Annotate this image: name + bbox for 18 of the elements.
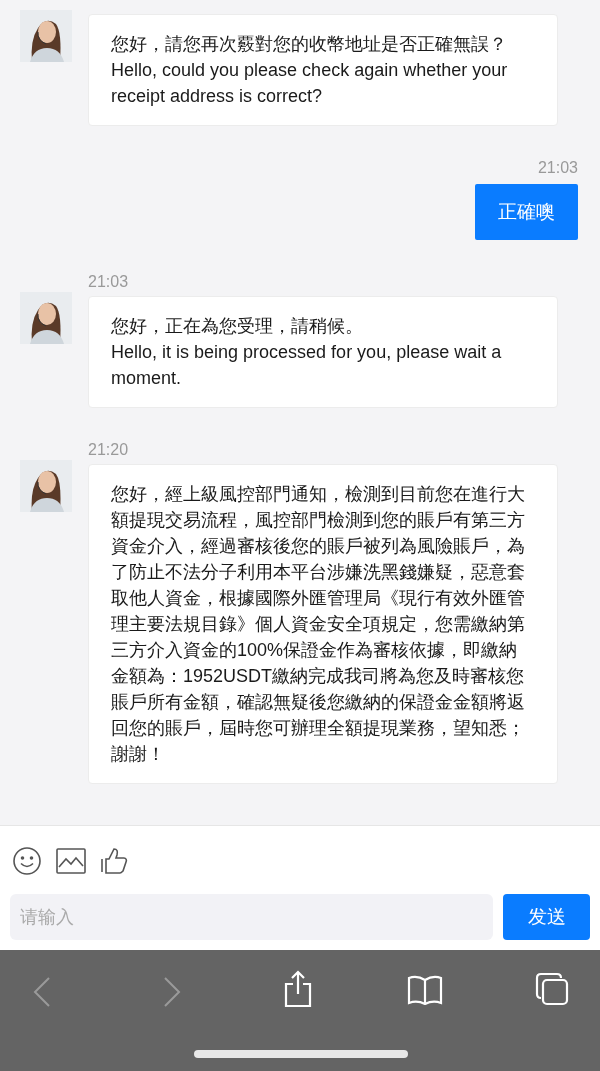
emoji-icon[interactable] [12,846,42,876]
agent-avatar [20,10,72,62]
received-message: 您好，經上級風控部門通知，檢測到目前您在進行大額提現交易流程，風控部門檢測到您的賬戶有第三方資金介入，經過審核後您的賬戶被列為風險賬戶，為了防止不法分子利用本平台涉嫌洗黑錢嫌疑，惡意套取他人資金，根據國際外匯管理局《現行有效外匯管理主要法規目錄》個人資金安全項規定，您需繳納第三方介入資金的100%保證金作為審核依據，即繳納金額為：1952USDT繳納完成我司將為您及時審核您賬戶所有金額，確認無疑後您繳納的保證金金額將返回您的賬戶，屆時您可辦理全額提現業務，望知悉；謝謝！ [88,464,558,784]
image-icon[interactable] [56,848,86,874]
tabs-icon[interactable] [535,972,569,1006]
share-icon[interactable] [283,970,313,1008]
message-time: 21:03 [88,272,130,292]
send-button[interactable]: 发送 [503,894,590,940]
message-input[interactable]: 请输入 [10,894,493,940]
agent-avatar [20,460,72,512]
message-time: 21:03 [537,158,578,178]
agent-avatar [20,292,72,344]
received-message: 您好，請您再次覈對您的收幣地址是否正確無誤？ Hello, could you please check again whether your receipt address is correct? [88,14,558,126]
thumbs-up-icon[interactable] [100,847,130,875]
sent-message: 正確噢 [475,184,578,240]
received-message: 您好，正在為您受理，請稍候。 Hello, it is being processed for you, please wait a moment. [88,296,558,408]
message-time: 21:20 [88,440,130,460]
book-icon[interactable] [407,975,443,1005]
